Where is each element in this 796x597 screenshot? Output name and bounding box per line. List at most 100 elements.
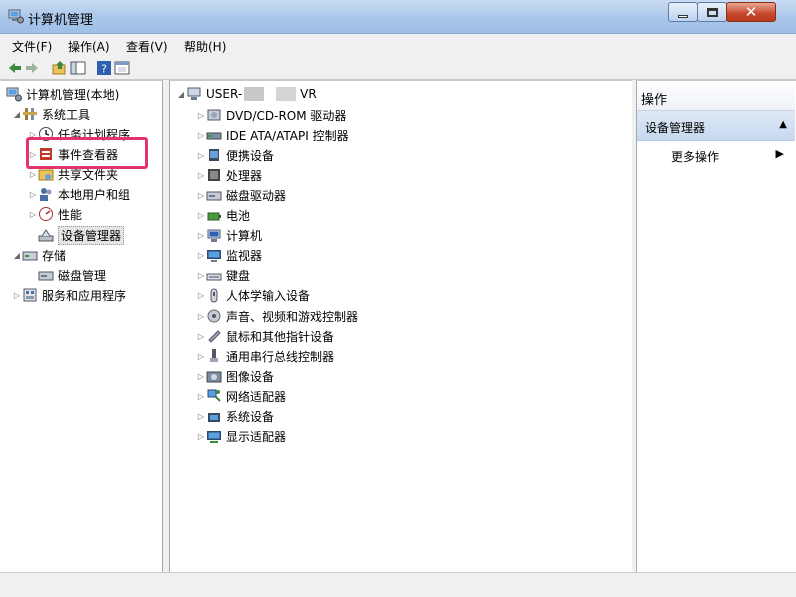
tree-device-manager[interactable]: 设备管理器 bbox=[38, 225, 125, 245]
menu-file[interactable]: 文件(F) bbox=[12, 38, 52, 55]
title-bar: 计算机管理 ✕ bbox=[0, 0, 796, 34]
device-category-label: 图像设备 bbox=[226, 369, 275, 384]
services-icon bbox=[23, 288, 37, 302]
expand-arrow-icon[interactable]: ▷ bbox=[196, 171, 206, 180]
device-category[interactable]: ▷ 网络适配器 bbox=[196, 387, 286, 405]
expand-arrow-icon[interactable]: ▷ bbox=[196, 271, 206, 280]
device-category[interactable]: ▷ DVD/CD-ROM 驱动器 bbox=[196, 106, 347, 124]
collapse-arrow-icon[interactable]: ◢ bbox=[12, 110, 22, 119]
device-category-label: 通用串行总线控制器 bbox=[226, 349, 335, 364]
device-category[interactable]: ▷ 显示适配器 bbox=[196, 428, 286, 446]
actions-pane: 操作 设备管理器 ▲ 更多操作 ▶ bbox=[636, 80, 796, 572]
storage-icon bbox=[22, 251, 38, 261]
monitor-icon bbox=[207, 249, 221, 262]
expand-arrow-icon[interactable]: ▷ bbox=[196, 432, 206, 441]
expand-arrow-icon[interactable]: ▷ bbox=[196, 312, 206, 321]
tree-storage[interactable]: ◢ 存储 bbox=[12, 246, 66, 264]
actions-section-device-manager[interactable]: 设备管理器 ▲ bbox=[637, 111, 795, 141]
device-category-label: 系统设备 bbox=[226, 410, 275, 424]
tree-label: 磁盘管理 bbox=[58, 268, 107, 283]
portable-device-icon bbox=[209, 149, 219, 162]
tree-label: 存储 bbox=[42, 248, 67, 263]
device-category[interactable]: ▷ 便携设备 bbox=[196, 146, 274, 164]
tree-root[interactable]: 计算机管理(本地) bbox=[6, 85, 119, 103]
tree-disk-management[interactable]: 磁盘管理 bbox=[38, 266, 106, 284]
window-title: 计算机管理 bbox=[28, 13, 94, 28]
collapse-arrow-icon[interactable]: ◢ bbox=[12, 251, 22, 260]
computer-node[interactable]: ◢ USER- VR bbox=[176, 85, 317, 103]
expand-arrow-icon[interactable]: ▷ bbox=[196, 131, 206, 140]
device-category[interactable]: ▷ 电池 bbox=[196, 207, 250, 225]
expand-arrow-icon[interactable]: ▷ bbox=[196, 352, 206, 361]
expand-arrow-icon[interactable]: ▷ bbox=[28, 210, 38, 219]
tree-root-label: 计算机管理(本地) bbox=[26, 87, 120, 102]
back-icon[interactable] bbox=[7, 60, 23, 76]
properties-icon[interactable] bbox=[114, 60, 130, 76]
tree-local-users[interactable]: ▷ 本地用户和组 bbox=[28, 185, 130, 203]
disk-drive-icon bbox=[206, 191, 222, 201]
close-icon: ✕ bbox=[744, 2, 758, 21]
device-category[interactable]: ▷ 监视器 bbox=[196, 247, 262, 265]
device-category[interactable]: ▷ IDE ATA/ATAPI 控制器 bbox=[196, 126, 349, 144]
expand-arrow-icon[interactable]: ▷ bbox=[196, 392, 206, 401]
more-actions-link[interactable]: 更多操作 bbox=[671, 148, 719, 165]
expand-arrow-icon[interactable]: ▷ bbox=[196, 231, 206, 240]
device-category[interactable]: ▷ 处理器 bbox=[196, 166, 262, 184]
device-category-label: DVD/CD-ROM 驱动器 bbox=[226, 108, 347, 123]
device-category[interactable]: ▷ 通用串行总线控制器 bbox=[196, 347, 334, 365]
tree-label: 本地用户和组 bbox=[58, 187, 131, 202]
status-bar bbox=[0, 572, 796, 597]
computer-name-redacted bbox=[244, 87, 265, 101]
menu-help[interactable]: 帮助(H) bbox=[184, 38, 226, 55]
computer-icon bbox=[207, 229, 221, 242]
tree-performance[interactable]: ▷ 性能 bbox=[28, 205, 82, 223]
minimize-button[interactable] bbox=[668, 2, 698, 22]
tree-services-apps[interactable]: ▷ 服务和应用程序 bbox=[12, 286, 126, 304]
highlight-box bbox=[26, 137, 148, 169]
device-category[interactable]: ▷ 声音、视频和游戏控制器 bbox=[196, 307, 358, 325]
expand-arrow-icon[interactable]: ▷ bbox=[196, 372, 206, 381]
menu-view[interactable]: 查看(V) bbox=[126, 38, 168, 55]
device-category-label: IDE ATA/ATAPI 控制器 bbox=[226, 128, 349, 143]
device-category[interactable]: ▷ 计算机 bbox=[196, 227, 262, 245]
help-icon[interactable]: ? bbox=[96, 60, 112, 76]
maximize-button[interactable] bbox=[697, 2, 727, 22]
device-category[interactable]: ▷ 系统设备 bbox=[196, 408, 274, 426]
forward-icon[interactable] bbox=[24, 60, 40, 76]
expand-arrow-icon[interactable]: ▷ bbox=[28, 170, 38, 179]
expand-arrow-icon[interactable]: ▷ bbox=[28, 190, 38, 199]
menu-action[interactable]: 操作(A) bbox=[68, 38, 110, 55]
device-category[interactable]: ▷ 人体学输入设备 bbox=[196, 287, 310, 305]
computer-name-redacted bbox=[276, 87, 297, 101]
device-category-label: 计算机 bbox=[226, 229, 263, 244]
expand-arrow-icon[interactable]: ▷ bbox=[196, 211, 206, 220]
expand-arrow-icon[interactable]: ▷ bbox=[196, 191, 206, 200]
expand-arrow-icon[interactable]: ▷ bbox=[12, 291, 22, 300]
collapse-caret-icon[interactable]: ▲ bbox=[779, 119, 787, 130]
close-button[interactable]: ✕ bbox=[726, 2, 776, 22]
expand-arrow-icon[interactable]: ▷ bbox=[196, 151, 206, 160]
collapse-arrow-icon[interactable]: ◢ bbox=[176, 90, 186, 99]
expand-arrow-icon[interactable]: ▷ bbox=[196, 111, 206, 120]
actions-header: 操作 bbox=[637, 81, 795, 111]
expand-arrow-icon[interactable]: ▷ bbox=[196, 412, 206, 421]
expand-arrow-icon[interactable]: ▷ bbox=[196, 251, 206, 260]
display-adapter-icon bbox=[207, 430, 221, 443]
device-category[interactable]: ▷ 鼠标和其他指针设备 bbox=[196, 327, 334, 345]
imaging-device-icon bbox=[206, 371, 222, 383]
network-adapter-icon bbox=[207, 389, 221, 403]
tree-system-tools[interactable]: ◢ 系统工具 bbox=[12, 105, 90, 123]
device-category[interactable]: ▷ 图像设备 bbox=[196, 367, 274, 385]
usb-icon bbox=[210, 349, 218, 363]
device-category[interactable]: ▷ 磁盘驱动器 bbox=[196, 186, 286, 204]
device-category[interactable]: ▷ 键盘 bbox=[196, 267, 250, 285]
submenu-arrow-icon[interactable]: ▶ bbox=[776, 147, 784, 160]
battery-icon bbox=[207, 212, 221, 220]
device-category-label: 鼠标和其他指针设备 bbox=[226, 329, 335, 344]
up-folder-icon[interactable] bbox=[52, 60, 68, 76]
show-hide-tree-icon[interactable] bbox=[70, 60, 86, 76]
device-category-label: 磁盘驱动器 bbox=[226, 188, 287, 203]
expand-arrow-icon[interactable]: ▷ bbox=[196, 332, 206, 341]
keyboard-icon bbox=[206, 273, 222, 281]
expand-arrow-icon[interactable]: ▷ bbox=[196, 291, 206, 300]
